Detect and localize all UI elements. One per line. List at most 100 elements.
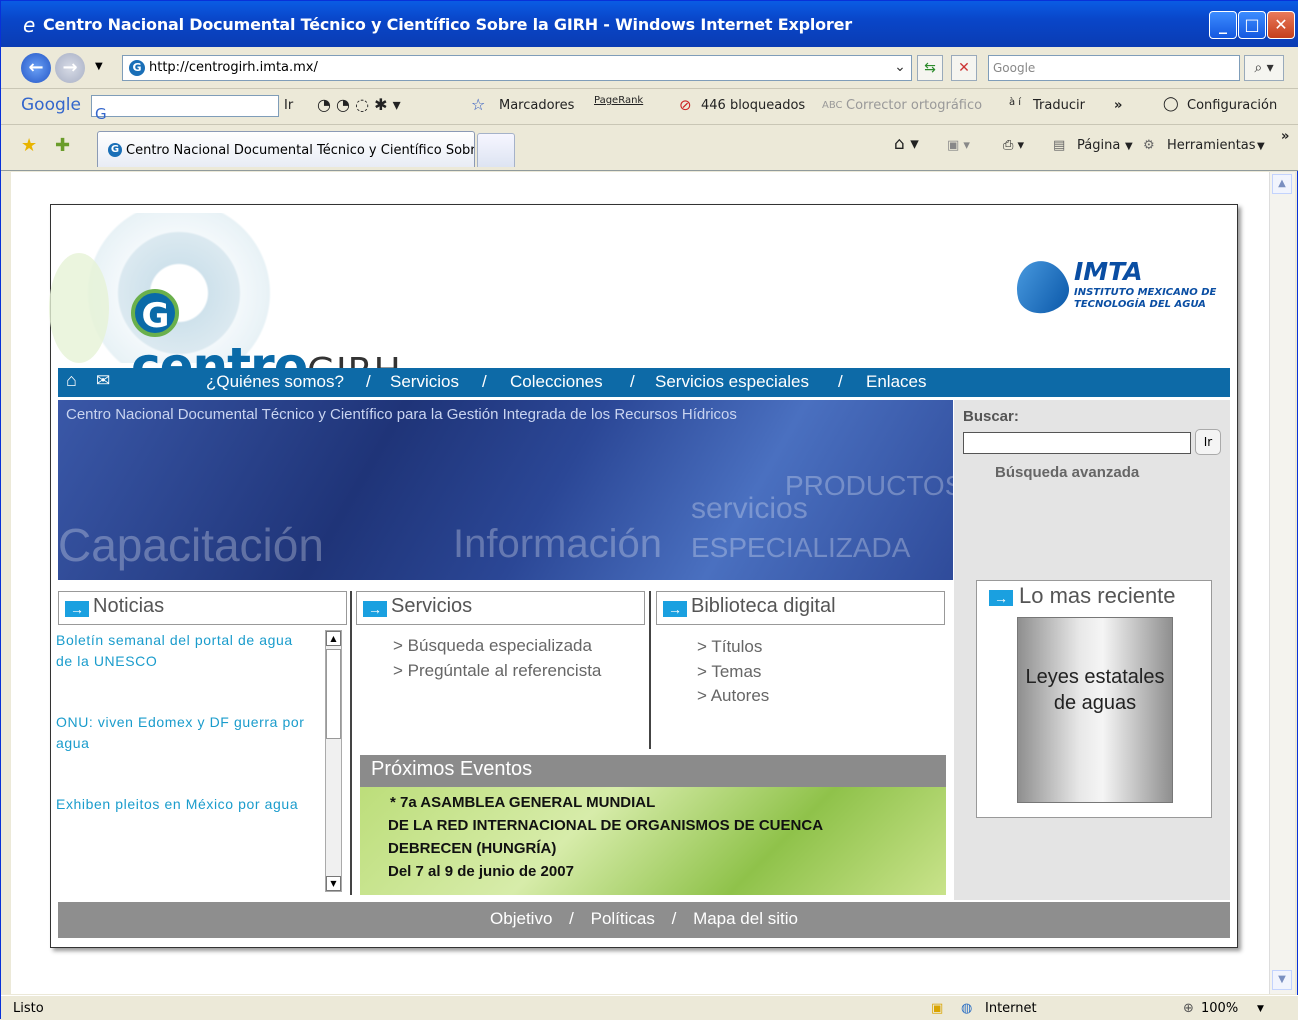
minimize-button[interactable]: _ <box>1209 11 1237 39</box>
link-busqueda-especializada[interactable]: > Búsqueda especializada <box>393 633 601 658</box>
pagerank-label[interactable]: PageRank <box>594 95 643 106</box>
security-zone[interactable]: Internet <box>985 1001 1037 1016</box>
news-list: Boletín semanal del portal de agua de la… <box>56 630 322 892</box>
centrogirh-logo[interactable]: GcentroGIRH <box>49 213 401 395</box>
tools-chevron-icon: ▼ <box>1257 141 1265 152</box>
advanced-search-link[interactable]: Búsqueda avanzada <box>995 464 1139 481</box>
news-item[interactable]: ONU: viven Edomex y DF guerra por agua <box>56 712 322 754</box>
print-icon[interactable]: ⎙ ▾ <box>1003 138 1024 153</box>
page-icon: ▤ <box>1053 138 1066 153</box>
config-button[interactable]: Configuración <box>1187 98 1277 113</box>
scroll-up-button[interactable]: ▲ <box>1272 174 1292 194</box>
maximize-button[interactable]: □ <box>1238 11 1266 39</box>
bookmarks-menu[interactable]: Marcadores <box>499 98 574 113</box>
more-chevron[interactable]: » <box>1114 98 1122 113</box>
google-toolbar: Google G Ir ◔ ◔ ◌ ✱ ▾ ☆ Marcadores PageR… <box>1 89 1298 125</box>
popup-blocker-icon: ⊘ <box>679 96 692 114</box>
banner-word-servicios: servicios <box>691 492 808 525</box>
latest-header: → Lo mas reciente <box>977 581 1211 613</box>
close-button[interactable]: ✕ <box>1267 11 1295 39</box>
news-scroll-thumb[interactable] <box>326 649 341 739</box>
google-tool-icons[interactable]: ◔ ◔ ◌ ✱ ▾ <box>317 95 401 114</box>
blocked-count[interactable]: 446 bloqueados <box>701 98 805 113</box>
events-panel: Próximos Eventos * 7a ASAMBLEA GENERAL M… <box>360 755 946 895</box>
status-text: Listo <box>13 1001 44 1016</box>
stop-button[interactable]: ✕ <box>951 55 977 81</box>
browser-window: e Centro Nacional Documental Técnico y C… <box>0 0 1298 1020</box>
footer-mapa-sitio[interactable]: Mapa del sitio <box>693 909 798 928</box>
arrow-right-icon: → <box>363 601 387 617</box>
address-url: http://centrogirh.imta.mx/ <box>149 60 318 75</box>
footer-separator: / <box>671 909 677 928</box>
settings-icon: ◯ <box>1163 96 1179 112</box>
window-title: Centro Nacional Documental Técnico y Cie… <box>43 15 852 34</box>
latest-card[interactable]: Leyes estatales de aguas <box>1017 617 1173 803</box>
main-nav: ⌂ ✉ ¿Quiénes somos? / Servicios / Colecc… <box>58 368 1230 397</box>
add-favorite-icon[interactable]: ✚ <box>55 135 70 156</box>
scroll-down-button[interactable]: ▼ <box>1272 970 1292 990</box>
page-menu[interactable]: Página <box>1077 138 1120 153</box>
forward-button[interactable]: → <box>55 53 85 83</box>
translate-button[interactable]: Traducir <box>1033 98 1085 113</box>
new-tab-button[interactable] <box>477 133 515 167</box>
refresh-button[interactable]: ⇆ <box>917 55 943 81</box>
event-text[interactable]: * 7a ASAMBLEA GENERAL MUNDIAL DE LA RED … <box>388 791 823 883</box>
nav-quienes-somos[interactable]: ¿Quiénes somos? <box>206 372 344 392</box>
servicios-links: > Búsqueda especializada > Pregúntale al… <box>393 633 601 683</box>
search-button[interactable]: ⌕ ▾ <box>1244 55 1284 81</box>
nav-servicios-especiales[interactable]: Servicios especiales <box>655 372 809 392</box>
imta-logo[interactable]: IMTA INSTITUTO MEXICANO DE TECNOLOGÍA DE… <box>1010 255 1226 319</box>
google-search-input[interactable]: G <box>91 95 279 123</box>
noticias-header: → Noticias <box>58 591 347 625</box>
nav-servicios[interactable]: Servicios <box>390 372 459 392</box>
address-input[interactable]: G http://centrogirh.imta.mx/ <box>122 55 912 81</box>
mail-icon[interactable]: ✉ <box>96 371 110 391</box>
nav-enlaces[interactable]: Enlaces <box>866 372 926 392</box>
star-icon: ☆ <box>471 95 486 114</box>
nav-colecciones[interactable]: Colecciones <box>510 372 603 392</box>
toolbar-overflow[interactable]: » <box>1281 129 1289 144</box>
tab-favicon: G <box>108 143 122 157</box>
tab-current[interactable]: G Centro Nacional Documental Técnico y C… <box>97 131 475 167</box>
zoom-level[interactable]: 100% <box>1201 1001 1238 1016</box>
favorites-star-icon[interactable]: ★ <box>21 135 37 156</box>
news-scroll-down[interactable]: ▼ <box>326 876 341 891</box>
spellcheck-button[interactable]: Corrector ortográfico <box>846 98 982 113</box>
translate-icon: à í <box>1009 97 1022 108</box>
link-temas[interactable]: > Temas <box>697 660 769 685</box>
title-bar[interactable]: e Centro Nacional Documental Técnico y C… <box>1 1 1298 47</box>
google-logo: Google <box>21 95 81 115</box>
events-header: Próximos Eventos <box>360 755 946 787</box>
google-go-button[interactable]: Ir <box>284 98 293 113</box>
site-search-input[interactable] <box>963 432 1191 454</box>
address-dropdown-icon[interactable]: ⌄ <box>889 55 911 81</box>
news-item[interactable]: Boletín semanal del portal de agua de la… <box>56 630 306 672</box>
back-button[interactable]: ← <box>21 53 51 83</box>
nav-separator: / <box>838 372 843 391</box>
history-dropdown-icon[interactable]: ▼ <box>95 61 103 72</box>
feeds-icon[interactable]: ▣ ▾ <box>947 138 970 153</box>
tab-bar: ★ ✚ G Centro Nacional Documental Técnico… <box>1 125 1298 171</box>
site-search-button[interactable]: Ir <box>1195 429 1221 455</box>
news-scroll-up[interactable]: ▲ <box>326 631 341 646</box>
logo-swirl-green <box>49 253 109 363</box>
latest-panel: → Lo mas reciente Leyes estatales de agua… <box>976 580 1212 818</box>
footer-objetivo[interactable]: Objetivo <box>490 909 552 928</box>
arrow-right-icon: → <box>65 601 89 617</box>
link-autores[interactable]: > Autores <box>697 684 769 709</box>
search-input[interactable]: Google <box>988 55 1240 81</box>
search-label: Buscar: <box>963 408 1019 425</box>
banner-word-informacion: Información <box>453 522 662 566</box>
zoom-dropdown-icon[interactable]: ▼ <box>1257 1004 1264 1014</box>
page-scrollbar[interactable]: ▲ ▼ <box>1269 172 1295 994</box>
news-scrollbar[interactable]: ▲ ▼ <box>325 630 342 892</box>
tools-menu[interactable]: Herramientas <box>1167 138 1256 153</box>
news-item[interactable]: Exhiben pleitos en México por agua <box>56 794 316 815</box>
security-warning-icon[interactable]: ▣ <box>931 1001 943 1016</box>
home-nav-icon[interactable]: ⌂ <box>66 370 77 391</box>
column-divider <box>350 591 352 895</box>
home-icon[interactable]: ⌂ ▾ <box>894 134 919 154</box>
footer-politicas[interactable]: Políticas <box>591 909 655 928</box>
link-preguntale[interactable]: > Pregúntale al referencista <box>393 658 601 683</box>
link-titulos[interactable]: > Títulos <box>697 635 769 660</box>
